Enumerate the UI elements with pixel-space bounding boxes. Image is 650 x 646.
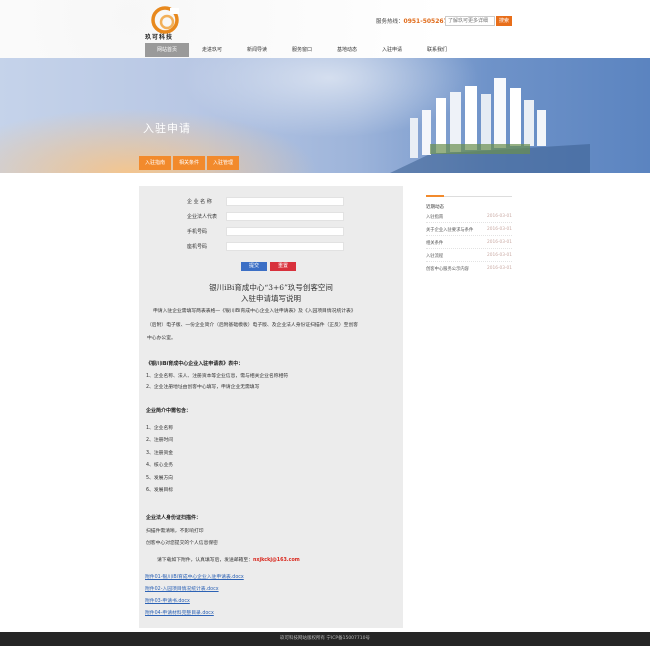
form-row-legal: 企业法人代表 [187,211,344,221]
logo-text: 玖可科技 [145,34,174,41]
legal-rep-label: 企业法人代表 [187,213,218,220]
sidebar-news-title[interactable]: 关于企业入驻要求与条件 [426,227,473,233]
doc-title-line2: 入驻申请填写说明 [241,294,301,303]
doc-title-line1: 银川iBi育成中心“3+6”玖号创客空间 [209,283,333,292]
section2-item: 3、注册资金 [146,451,174,456]
attachment-link[interactable]: 附件03-申请书.docx [145,597,190,604]
sidebar-news-date: 2016-03-01 [487,253,512,258]
section2-item: 1、企业名称 [146,426,174,431]
intro-line3: 中心办公室。 [147,336,176,341]
sidebar-news-date: 2016-03-01 [487,266,512,271]
sidebar-news-title[interactable]: 创客中心服务公示内容 [426,266,469,272]
sidebar-news-item[interactable]: 入驻流程 2016-03-01 [426,253,512,259]
attachment-link[interactable]: 附件02-入园项目情况统计表.docx [145,585,219,592]
sidebar-item-divider [426,248,512,249]
nav-item-contact[interactable]: 联系我们 [415,43,459,57]
mobile-label: 手机号码 [187,228,208,235]
main-nav: 网站首页 走进玖可 新闻导读 服务窗口 基地动态 入驻申请 联系我们 [145,43,515,57]
sidebar-news-date: 2016-03-01 [487,227,512,232]
phone-label: 座机号码 [187,243,208,250]
hotline: 服务热线：0951-5052677 [376,17,452,25]
subtab-conditions[interactable]: 相关条件 [173,156,205,170]
section3-line: 扫描件需清晰，不影响打印 [146,529,204,534]
sidebar-news-title[interactable]: 入驻指南 [426,214,443,220]
reset-button[interactable]: 重置 [270,262,296,271]
section2-item: 6、发展目标 [146,488,174,493]
nav-item-service[interactable]: 服务窗口 [280,43,324,57]
download-text: 请下载如下附件，认真填写后，发送邮箱至： [157,558,253,563]
intro-line1: 申请入驻企业需填写两表表格—《银川iBi育成中心企业入驻申请表》及《入园项目情况… [153,309,356,314]
form-row-company: 企 业 名 称 [187,196,344,206]
sidebar-news-item[interactable]: 入驻指南 2016-03-01 [426,214,512,220]
site-footer: 玖可科技网站版权所有 宁ICP备15007710号 [0,632,650,646]
section2-item: 2、注册时间 [146,438,174,443]
contact-email[interactable]: nxjkckj@163.com [253,558,300,563]
submit-button[interactable]: 提交 [241,262,267,271]
sidebar-item-divider [426,261,512,262]
application-panel: 企 业 名 称 企业法人代表 手机号码 座机号码 提交 重置 银川iBi育成中心… [139,186,403,628]
sidebar-item-divider [426,222,512,223]
sidebar-heading: 近期动态 [426,205,444,210]
attachment-link[interactable]: 附件01-银川iBi育成中心企业入驻申请表.docx [145,573,244,580]
site-header: 玖可科技 服务热线：0951-5052677 搜索 网站首页 走进玖可 新闻导读… [0,0,650,58]
intro-line2: （后附）电子版、一份企业简介（后附基础模板）电子版、及企业法人身份证扫描件（正反… [147,323,359,328]
search-button[interactable]: 搜索 [496,16,512,26]
section3-line: 创客中心对您提交的个人信息保密 [146,541,218,546]
section2-item: 4、核心业务 [146,463,174,468]
form-row-mobile: 手机号码 [187,226,344,236]
section2-title: 企业简介中需包含： [146,408,192,414]
sidebar-news-date: 2016-03-01 [487,214,512,219]
subtab-management[interactable]: 入驻管理 [207,156,239,170]
nav-item-home[interactable]: 网站首页 [145,43,189,57]
section1-item: 1、企业名称、法人、注册资本等企业信息，需与相关企业名称相符 [146,374,289,379]
section1-item: 2、企业注册地址由创客中心填写，申请企业无需填写 [146,385,260,390]
search-input[interactable] [445,16,495,26]
sidebar-news-item[interactable]: 创客中心服务公示内容 2016-03-01 [426,266,512,272]
section2-item: 5、发展方向 [146,476,174,481]
nav-item-news[interactable]: 新闻导读 [235,43,279,57]
mobile-field[interactable] [226,226,344,236]
company-name-field[interactable] [226,196,344,206]
phone-field[interactable] [226,241,344,251]
subtab-guide[interactable]: 入驻指南 [139,156,171,170]
section3-title: 企业法人身份证扫描件： [146,515,202,521]
sidebar-news-item[interactable]: 相关条件 2016-03-01 [426,240,512,246]
city-skyline-illustration [390,78,590,173]
sidebar-accent-bar [426,195,444,197]
sidebar-news-date: 2016-03-01 [487,240,512,245]
page-banner: 入驻申请 [0,58,650,173]
sub-tabs: 入驻指南 相关条件 入驻管理 [139,156,241,170]
nav-item-apply[interactable]: 入驻申请 [370,43,414,57]
sidebar-news-title[interactable]: 相关条件 [426,240,443,246]
banner-title: 入驻申请 [143,122,191,135]
legal-rep-field[interactable] [226,211,344,221]
form-row-phone: 座机号码 [187,241,344,251]
nav-item-base-news[interactable]: 基地动态 [325,43,369,57]
sidebar-news-item[interactable]: 关于企业入驻要求与条件 2016-03-01 [426,227,512,233]
hotline-label: 服务热线： [376,19,404,25]
attachment-link[interactable]: 附件04-申请材料完整目录.docx [145,609,214,616]
company-name-label: 企 业 名 称 [187,198,212,205]
nav-item-about[interactable]: 走进玖可 [190,43,234,57]
sidebar-news-title[interactable]: 入驻流程 [426,253,443,259]
download-instruction: 请下载如下附件，认真填写后，发送邮箱至：nxjkckj@163.com [157,556,300,563]
section1-title: 《银川iBi育成中心企业入驻申请表》表中： [146,361,244,367]
sidebar-item-divider [426,235,512,236]
